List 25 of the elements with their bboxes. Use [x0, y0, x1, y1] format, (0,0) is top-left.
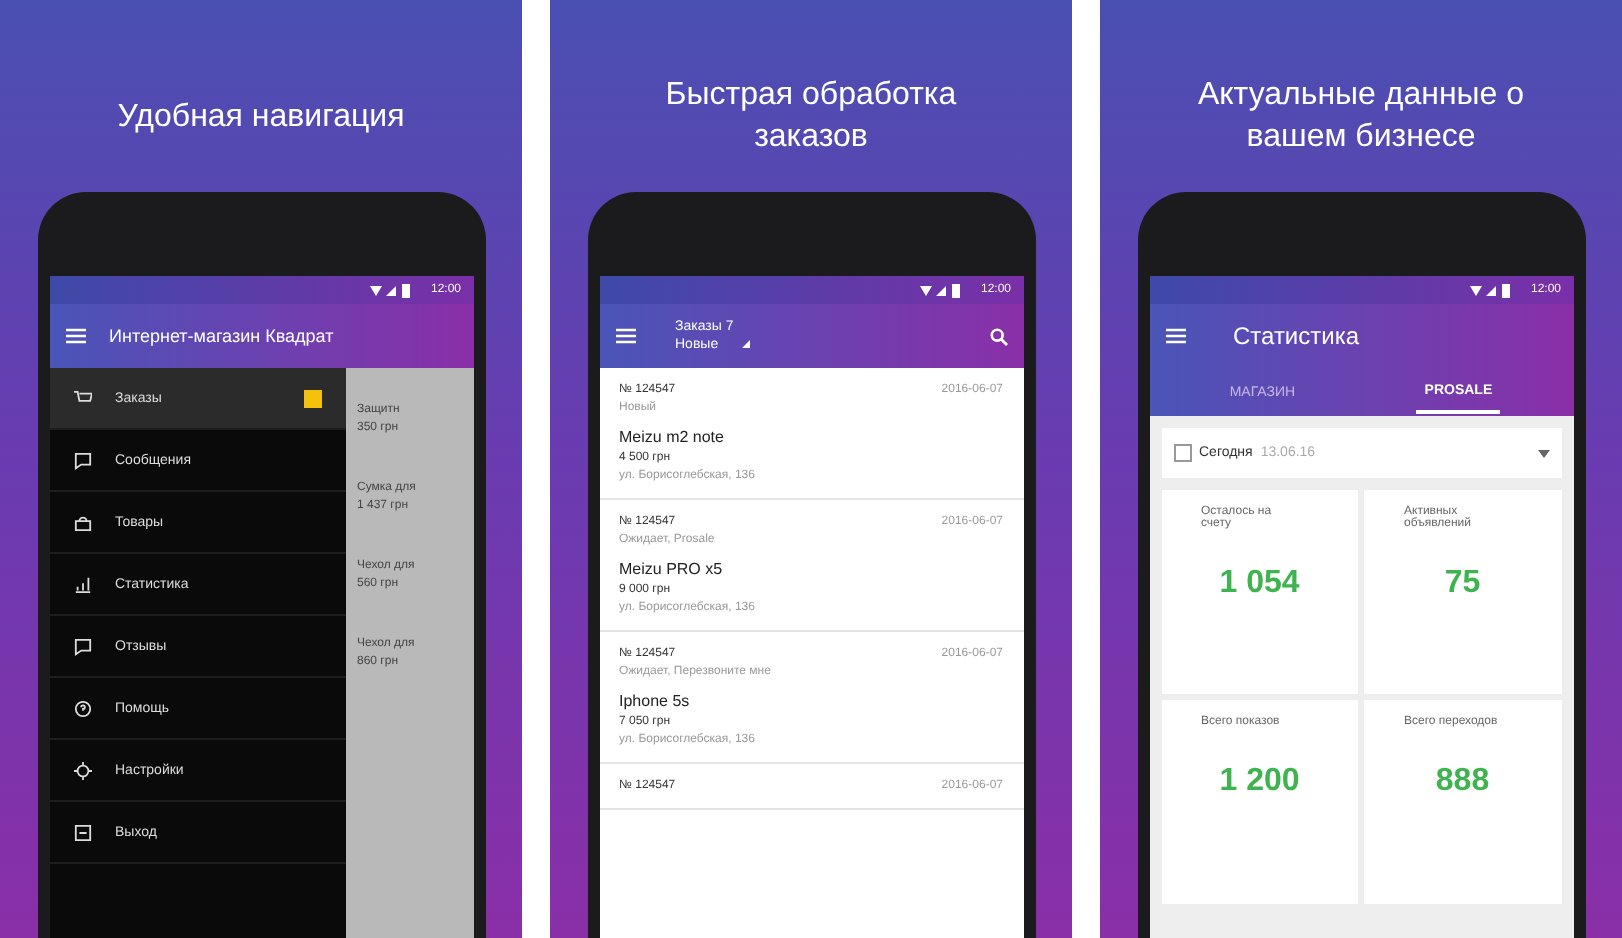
product-name: Meizu PRO x5: [619, 560, 725, 578]
menu-icon[interactable]: [65, 328, 85, 344]
stat-value: 888: [1435, 764, 1490, 800]
product-name: Iphone 5s: [619, 692, 692, 710]
dropdown-arrow-icon: [742, 340, 751, 348]
chat-icon: [73, 451, 91, 469]
caret-icon: [1537, 449, 1549, 457]
menu-icon[interactable]: [1165, 328, 1185, 344]
chat-icon: [73, 637, 91, 655]
help-icon: [73, 699, 91, 717]
stat-value: 1 200: [1219, 764, 1300, 800]
product-name: Meizu m2 note: [619, 428, 726, 446]
headline: Быстрая обработка заказов: [663, 76, 959, 158]
exit-icon: [73, 823, 91, 841]
stat-value: 1 054: [1219, 566, 1300, 602]
headline: Удобная навигация: [115, 97, 407, 137]
appbar-title: Статистика: [1233, 322, 1360, 350]
cart-icon: [73, 389, 91, 407]
headline: Актуальные данные о вашем бизнесе: [1195, 76, 1527, 158]
chart-icon: [73, 575, 91, 593]
menu-icon[interactable]: [615, 328, 635, 344]
search-icon[interactable]: [989, 327, 1007, 345]
appbar-title: Интернет-магазин Квадрат: [109, 326, 334, 346]
stat-value: 75: [1444, 566, 1481, 602]
bag-icon: [73, 513, 91, 531]
